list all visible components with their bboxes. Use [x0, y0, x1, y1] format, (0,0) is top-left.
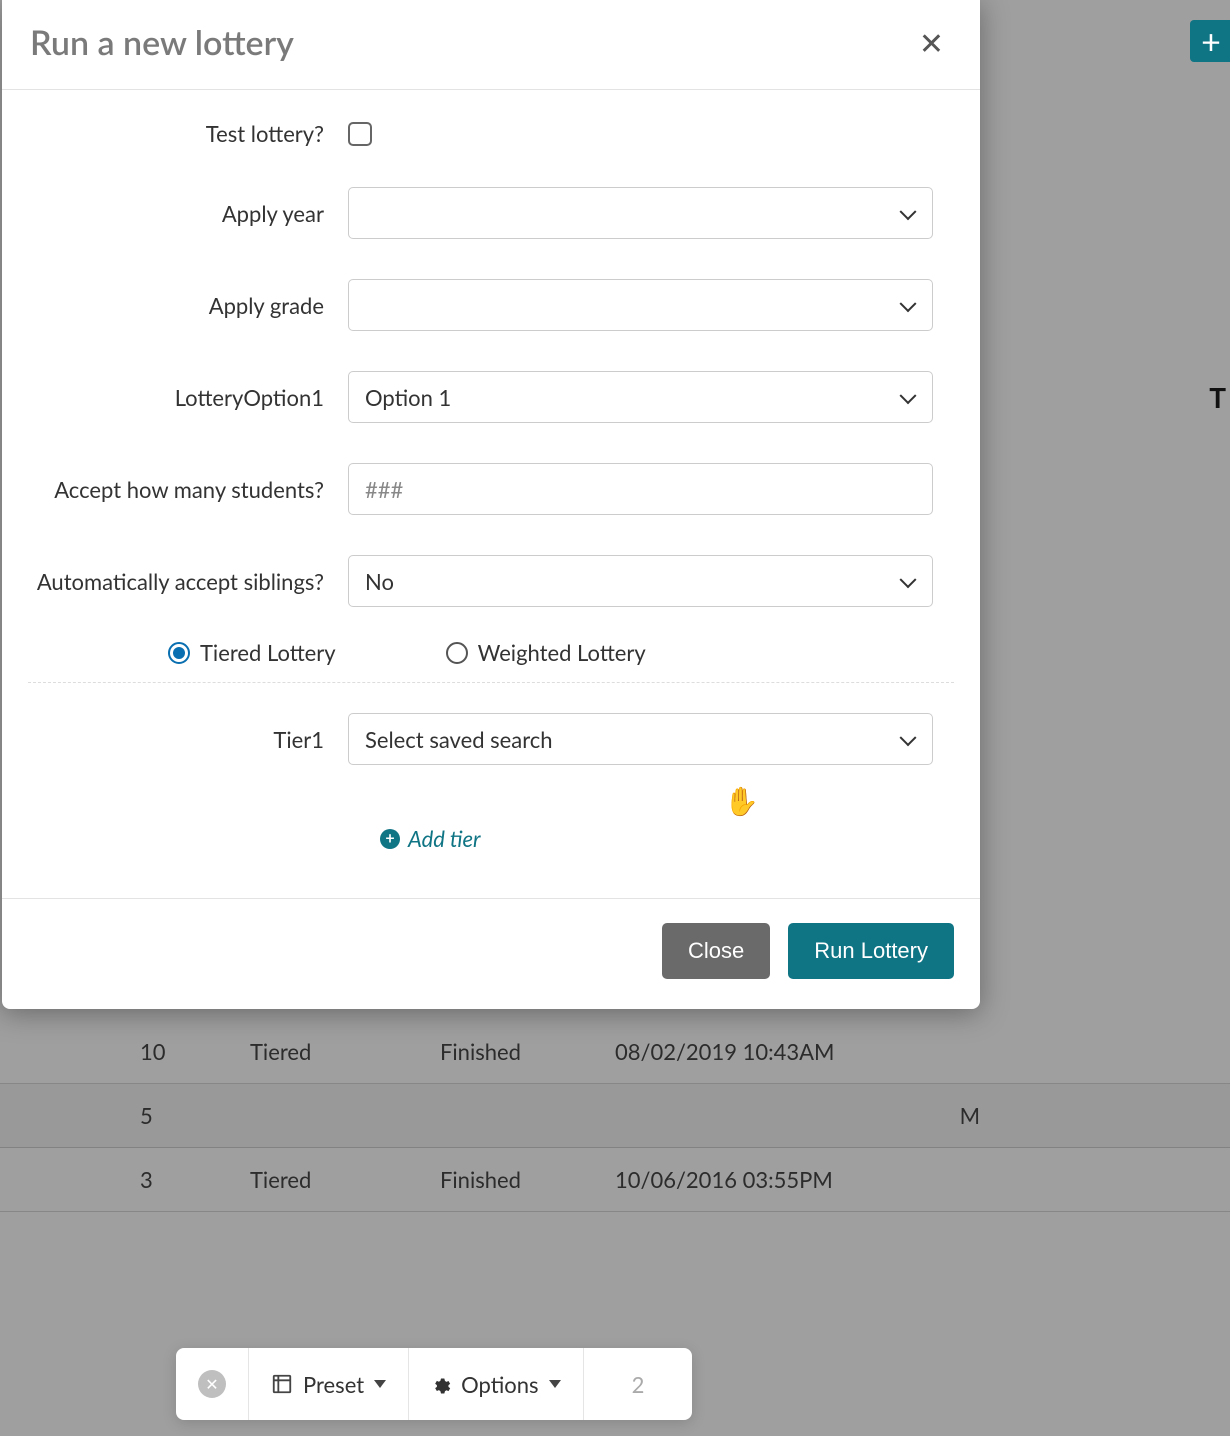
weighted-lottery-radio[interactable]: Weighted Lottery: [446, 639, 646, 666]
modal-header: Run a new lottery ✕: [2, 0, 980, 90]
select-value: No: [365, 568, 394, 595]
chevron-down-icon: [374, 1380, 386, 1388]
preset-icon: [271, 1373, 293, 1395]
options-label: Options: [461, 1371, 538, 1398]
apply-grade-select[interactable]: [348, 279, 933, 331]
input-placeholder: ###: [365, 476, 403, 503]
chevron-down-icon: [900, 387, 917, 404]
test-lottery-checkbox[interactable]: [348, 122, 372, 146]
radio-label: Tiered Lottery: [200, 639, 336, 666]
label-accept-how-many: Accept how many students?: [28, 476, 348, 503]
close-circle-icon: ✕: [198, 1370, 226, 1398]
auto-accept-siblings-select[interactable]: No: [348, 555, 933, 607]
hand-cursor-icon: ✋: [724, 783, 759, 818]
label-tier1: Tier1: [28, 726, 348, 753]
modal-footer: Close Run Lottery: [2, 898, 980, 1009]
gear-icon: [431, 1374, 451, 1394]
modal-body: Test lottery? Apply year Apply grade: [2, 90, 980, 898]
chevron-down-icon: [900, 571, 917, 588]
label-apply-year: Apply year: [28, 200, 348, 227]
plus-circle-icon: +: [380, 829, 400, 849]
page-number: 2: [584, 1348, 693, 1420]
chevron-down-icon: [900, 295, 917, 312]
toolbar-close-button[interactable]: ✕: [176, 1348, 249, 1420]
label-test-lottery: Test lottery?: [28, 120, 348, 147]
view-toolbar: ✕ Preset Options 2: [176, 1348, 692, 1420]
column-header-fragment: T: [1209, 380, 1226, 414]
preset-label: Preset: [303, 1371, 364, 1398]
radio-label: Weighted Lottery: [478, 639, 646, 666]
chevron-down-icon: [549, 1380, 561, 1388]
close-button[interactable]: Close: [662, 923, 770, 979]
select-value: Option 1: [365, 384, 451, 411]
radio-checked-icon: [168, 642, 190, 664]
chevron-down-icon: [900, 203, 917, 220]
modal-title: Run a new lottery: [30, 22, 294, 63]
add-tier-link[interactable]: + Add tier: [380, 825, 954, 852]
label-apply-grade: Apply grade: [28, 292, 348, 319]
label-auto-accept-siblings: Automatically accept siblings?: [28, 568, 348, 595]
radio-unchecked-icon: [446, 642, 468, 664]
run-lottery-button[interactable]: Run Lottery: [788, 923, 954, 979]
add-button[interactable]: +: [1190, 20, 1230, 62]
accept-how-many-input[interactable]: ###: [348, 463, 933, 515]
apply-year-select[interactable]: [348, 187, 933, 239]
options-dropdown[interactable]: Options: [409, 1348, 583, 1420]
chevron-down-icon: [900, 729, 917, 746]
lottery-type-radio-group: Tiered Lottery Weighted Lottery: [28, 635, 954, 683]
select-value: Select saved search: [365, 726, 553, 753]
tiered-lottery-radio[interactable]: Tiered Lottery: [168, 639, 336, 666]
label-lottery-option1: LotteryOption1: [28, 384, 348, 411]
run-lottery-modal: Run a new lottery ✕ Test lottery? Apply …: [2, 0, 980, 1009]
add-tier-label: Add tier: [408, 825, 481, 852]
close-icon[interactable]: ✕: [911, 24, 952, 62]
tier1-select[interactable]: Select saved search: [348, 713, 933, 765]
preset-dropdown[interactable]: Preset: [249, 1348, 409, 1420]
lottery-option1-select[interactable]: Option 1: [348, 371, 933, 423]
